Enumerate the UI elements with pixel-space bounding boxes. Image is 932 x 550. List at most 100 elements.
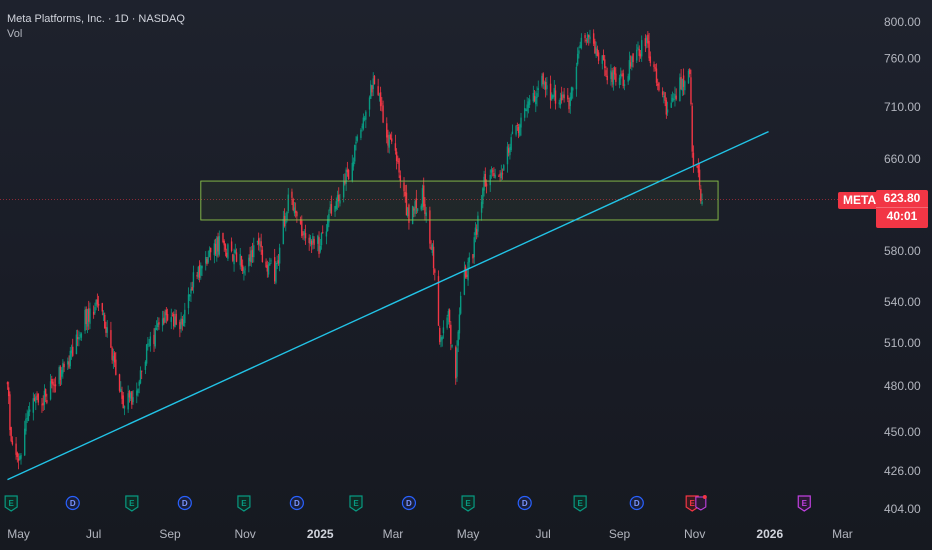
candle-body (431, 244, 434, 253)
candle-body (661, 91, 664, 95)
candle-body (509, 146, 511, 156)
candle-body (43, 390, 46, 405)
candle-body (250, 250, 253, 263)
candle-body (41, 404, 43, 406)
candle-body (613, 67, 616, 75)
candle-body (589, 36, 591, 40)
candle-body (25, 418, 27, 432)
candle-body (60, 370, 63, 377)
candle-body (123, 405, 126, 409)
candle-body (365, 111, 367, 120)
candle-body (42, 402, 44, 406)
candle-body (516, 125, 519, 126)
candle-body (569, 96, 571, 107)
candle-body (37, 393, 39, 403)
candle-body (544, 81, 547, 90)
candle-body (579, 45, 581, 48)
candle-body (622, 73, 624, 86)
price-axis[interactable]: 800.00 760.00 710.00 660.00 580.00 540.00 510.… (884, 15, 921, 516)
candle-body (278, 247, 281, 264)
y-tick-label: 426.00 (884, 464, 921, 478)
candle-body (459, 295, 462, 314)
candle-body (551, 94, 553, 100)
candle-body (632, 53, 634, 63)
candle-body (627, 76, 629, 82)
candle-body (690, 77, 692, 104)
candle-body (144, 361, 147, 370)
candle-body (149, 336, 152, 346)
candle-body (511, 131, 514, 135)
candle-body (214, 243, 217, 254)
candle-body (379, 92, 382, 107)
candle-body (663, 95, 665, 98)
candle-body (440, 337, 442, 342)
event-markers-layer[interactable]: EDEDEDEDEDEDEE (4, 495, 811, 512)
candle-body (206, 258, 208, 265)
candle-body (386, 123, 388, 138)
candle-body (691, 106, 693, 152)
candle-body (631, 56, 633, 67)
candle-body (394, 143, 397, 151)
candle-body (507, 148, 510, 153)
candle-body (52, 381, 54, 386)
x-tick-label: Sep (159, 527, 181, 541)
candle-body (623, 84, 626, 86)
candle-body (198, 264, 201, 278)
price-chart[interactable]: E D E D E D E D E D E D E E 800.00 760.00 710.00 660.00 5… (0, 0, 932, 550)
candle-body (578, 50, 580, 54)
candle-body (463, 269, 466, 295)
candle-body (552, 95, 554, 98)
candle-body (127, 393, 129, 410)
candle-body (605, 70, 607, 76)
candle-body (110, 330, 112, 348)
candle-body (567, 95, 569, 100)
candle-body (466, 274, 468, 278)
candle-body (138, 381, 140, 386)
candle-body (378, 94, 381, 96)
x-tick-label: 2026 (756, 527, 783, 541)
candle-body (628, 60, 631, 80)
candle-body (689, 69, 691, 74)
candle-body (654, 67, 656, 69)
x-tick-label: Nov (684, 527, 705, 541)
candle-body (391, 138, 393, 142)
candle-body (473, 237, 475, 258)
candle-body (554, 90, 557, 104)
candle-body (86, 309, 89, 327)
candle-body (235, 252, 238, 262)
candle-body (346, 169, 349, 173)
candle-body (388, 134, 390, 148)
support-zone-rectangle[interactable] (200, 180, 719, 221)
candle-body (644, 38, 647, 47)
candle-body (641, 40, 643, 57)
candle-body (105, 326, 107, 333)
candle-body (155, 327, 158, 330)
volume-label[interactable]: Vol (7, 27, 185, 42)
candle-body (442, 327, 445, 334)
candle-body (170, 317, 172, 322)
candle-body (437, 276, 440, 326)
candle-body (243, 270, 245, 274)
candle-body (467, 262, 469, 281)
candle-body (455, 347, 457, 379)
candle-body (128, 390, 131, 398)
candle-body (475, 229, 478, 235)
split-marker-icon[interactable] (695, 496, 707, 511)
candle-body (398, 158, 400, 173)
candle-body (223, 240, 225, 246)
y-tick-label: 710.00 (884, 100, 921, 114)
candle-body (20, 454, 22, 459)
candle-body (657, 83, 659, 86)
symbol-title[interactable]: Meta Platforms, Inc. · 1D · NASDAQ (7, 12, 185, 27)
candle-body (213, 243, 216, 256)
last-price-tag: 623.80 40:01 (876, 190, 928, 228)
candle-body (682, 75, 685, 87)
candle-body (594, 41, 596, 54)
candle-body (239, 254, 241, 266)
time-axis[interactable]: May Jul Sep Nov 2025 Mar May Jul Sep Nov 2026 Mar (7, 527, 853, 541)
candle-body (360, 129, 362, 138)
candle-body (601, 55, 603, 64)
candle-body (537, 88, 539, 90)
candle-body (362, 117, 365, 129)
candle-body (674, 93, 676, 99)
